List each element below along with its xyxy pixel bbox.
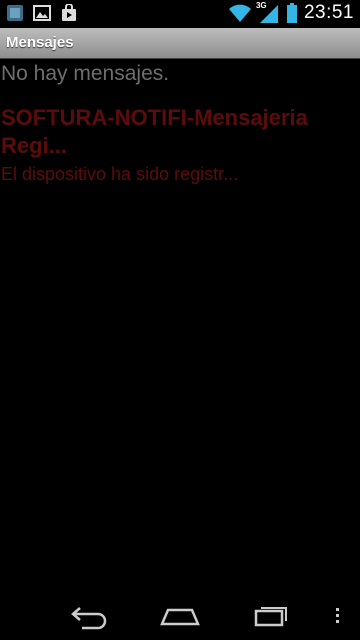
recent-apps-icon[interactable] (252, 602, 292, 630)
message-title: SOFTURA-NOTIFI-Mensajeria Regi... (1, 105, 308, 158)
menu-icon[interactable] (332, 602, 344, 630)
empty-message-text: No hay mensajes. (1, 62, 170, 85)
image-icon[interactable] (33, 4, 51, 22)
signal-icon: 3G (255, 1, 280, 23)
status-bar: 3G 23:51 (0, 0, 360, 28)
status-time: 23:51 (303, 2, 354, 23)
back-icon[interactable] (68, 602, 110, 630)
status-icons: 3G 23:51 (228, 1, 354, 24)
message-body: El dispositivo ha sido registr... (1, 164, 239, 184)
wifi-icon (228, 3, 252, 23)
shopping-bag-icon[interactable] (60, 3, 78, 22)
page-title: Mensajes (6, 34, 74, 51)
network-type-label: 3G (255, 1, 267, 10)
home-icon[interactable] (158, 602, 202, 630)
battery-icon (286, 3, 298, 23)
navigation-bar (0, 590, 360, 640)
list-item[interactable]: SOFTURA-NOTIFI-Mensajeria Regi... El dis… (1, 104, 351, 185)
action-bar: Mensajes (0, 28, 360, 59)
notification-app-icon[interactable] (6, 4, 24, 22)
notification-icons (6, 3, 78, 22)
